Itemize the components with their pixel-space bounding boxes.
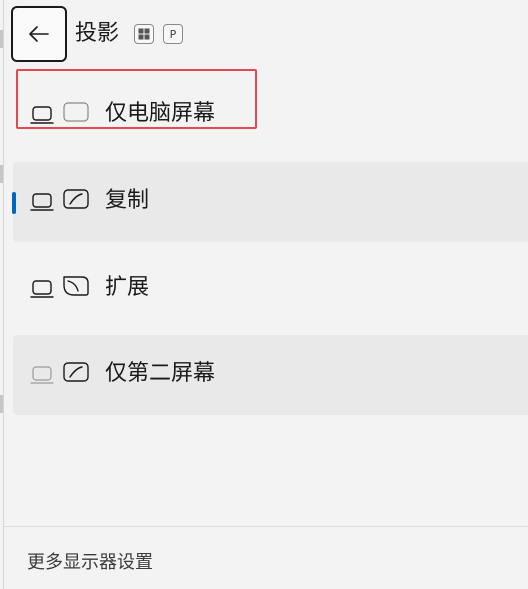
page-title: 投影 [75,21,120,46]
pc-screen-only-icon [30,102,89,124]
option-label: 复制 [105,188,150,213]
back-button[interactable] [11,6,67,62]
duplicate-icon [30,189,89,211]
p-key-badge: P [163,24,183,44]
back-arrow-icon [29,26,49,42]
option-duplicate[interactable]: 复制 [12,162,528,242]
option-label: 仅电脑屏幕 [105,101,216,126]
selected-indicator [12,192,16,214]
option-label: 仅第二屏幕 [105,361,216,386]
option-extend[interactable]: 扩展 [13,249,528,329]
option-label: 扩展 [105,275,150,300]
option-pc-screen-only[interactable]: 仅电脑屏幕 [13,69,528,155]
second-screen-only-icon [30,362,89,384]
more-display-settings-link[interactable]: 更多显示器设置 [27,550,153,576]
extend-icon [30,276,89,298]
windows-key-icon [134,24,154,44]
footer-divider [4,526,528,527]
option-second-screen-only[interactable]: 仅第二屏幕 [13,335,528,415]
project-flyout-panel: 投影 P 仅电脑屏幕 复制 扩展 仅第二屏幕 更多显示器设置 [3,0,528,589]
